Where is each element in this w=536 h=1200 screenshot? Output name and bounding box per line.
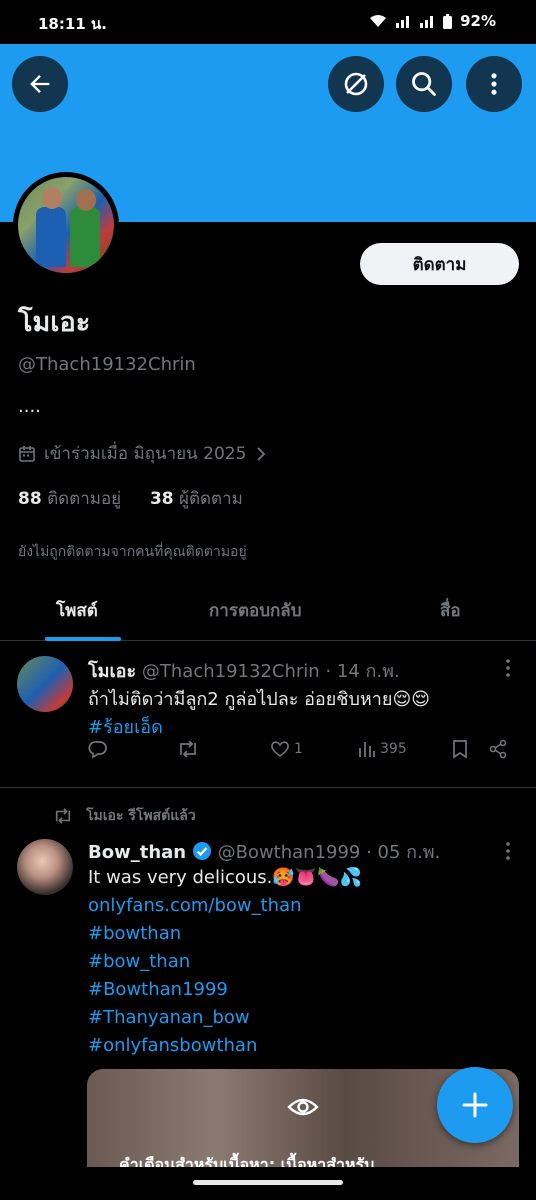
post-avatar[interactable] bbox=[17, 656, 73, 712]
post-hashtag[interactable]: #onlyfansbowthan bbox=[88, 1035, 257, 1056]
profile-avatar[interactable] bbox=[13, 172, 119, 278]
post-hashtag[interactable]: #bow_than bbox=[88, 951, 190, 972]
views-count: 395 bbox=[380, 741, 407, 757]
joined-text: เข้าร่วมเมื่อ มิถุนายน 2025 bbox=[44, 444, 247, 464]
post-date: · 05 ก.พ. bbox=[366, 842, 441, 863]
views-button[interactable]: 395 bbox=[358, 740, 407, 758]
views-icon bbox=[359, 742, 375, 757]
avatar-image bbox=[18, 177, 114, 273]
eye-icon bbox=[287, 1098, 319, 1116]
reply-icon bbox=[88, 741, 107, 759]
post-author-handle: @Bowthan1999 bbox=[217, 842, 361, 863]
bookmark-button[interactable] bbox=[451, 739, 469, 759]
like-count: 1 bbox=[294, 741, 303, 757]
post-date: · 14 ก.พ. bbox=[325, 661, 400, 682]
search-button[interactable] bbox=[396, 56, 452, 112]
post-hashtag[interactable]: #bowthan bbox=[88, 923, 181, 944]
post-item[interactable]: โมเอะ @Thach19132Chrin · 14 ก.พ. ถ้าไม่ต… bbox=[0, 642, 536, 788]
profile-handle: @Thach19132Chrin bbox=[18, 354, 196, 375]
compose-button[interactable] bbox=[437, 1067, 513, 1143]
followers-count: 38 bbox=[149, 489, 174, 509]
signal-icon-2 bbox=[420, 16, 434, 28]
post-hashtag[interactable]: #Thanyanan_bow bbox=[88, 1007, 250, 1028]
post-author-name: โมเอะ bbox=[88, 661, 137, 682]
plus-icon bbox=[462, 1092, 488, 1118]
profile-name: โมเอะ bbox=[18, 307, 91, 338]
repost-button[interactable] bbox=[176, 739, 200, 759]
following-link[interactable]: 88 ติดตามอยู่ bbox=[18, 489, 121, 509]
post-more-icon[interactable] bbox=[500, 841, 516, 861]
wifi-icon bbox=[370, 15, 387, 27]
home-gesture-pill[interactable] bbox=[193, 1180, 343, 1185]
more-button[interactable] bbox=[466, 56, 522, 112]
status-bar: 18:11 น. 92% bbox=[0, 0, 536, 44]
follow-counts: 88 ติดตามอยู่ 38 ผู้ติดตาม bbox=[18, 485, 243, 512]
chevron-right-icon bbox=[257, 446, 266, 461]
status-time: 18:11 น. bbox=[38, 15, 107, 33]
back-button[interactable] bbox=[12, 56, 68, 112]
repost-note: โมเอะ รีโพสต์แล้ว bbox=[86, 808, 196, 824]
repost-icon bbox=[55, 808, 71, 824]
search-icon bbox=[412, 72, 436, 96]
status-icons: 92% bbox=[369, 12, 496, 30]
followers-link[interactable]: 38 ผู้ติดตาม bbox=[150, 489, 243, 509]
post-hashtag[interactable]: #ร้อยเอ็ด bbox=[88, 712, 163, 741]
battery-icon bbox=[443, 13, 453, 29]
repost-icon bbox=[180, 740, 196, 758]
follow-button[interactable]: ติดตาม bbox=[360, 243, 519, 285]
tab-media[interactable]: สื่อ bbox=[440, 597, 461, 624]
grok-icon bbox=[344, 72, 368, 96]
post-more-icon[interactable] bbox=[500, 658, 516, 678]
following-label: ติดตามอยู่ bbox=[47, 489, 122, 509]
followers-label: ผู้ติดตาม bbox=[179, 489, 243, 509]
share-button[interactable] bbox=[488, 739, 508, 759]
tab-replies[interactable]: การตอบกลับ bbox=[209, 597, 302, 624]
post-author-name: Bow_than bbox=[88, 842, 187, 863]
heart-icon bbox=[271, 741, 289, 758]
post-author-handle: @Thach19132Chrin bbox=[141, 661, 320, 682]
calendar-icon bbox=[19, 445, 35, 462]
post-text: ถ้าไม่ติดว่ามีลูก2 กูล่อไปละ อ่อยชิบหาย😌… bbox=[88, 689, 430, 710]
battery-percent: 92% bbox=[460, 12, 496, 30]
post-avatar[interactable] bbox=[17, 839, 73, 895]
back-arrow-icon bbox=[30, 75, 50, 93]
profile-tabs: โพสต์ การตอบกลับ สื่อ bbox=[0, 585, 536, 641]
joined-date[interactable]: เข้าร่วมเมื่อ มิถุนายน 2025 bbox=[18, 440, 268, 467]
bookmark-icon bbox=[453, 740, 467, 759]
grok-button[interactable] bbox=[328, 56, 384, 112]
post-link[interactable]: onlyfans.com/bow_than bbox=[88, 895, 302, 916]
like-button[interactable]: 1 bbox=[270, 740, 303, 758]
following-count: 88 bbox=[18, 489, 42, 509]
signal-icon bbox=[396, 16, 410, 28]
post-hashtag[interactable]: #Bowthan1999 bbox=[88, 979, 228, 1000]
more-vertical-icon bbox=[491, 73, 497, 95]
not-followed-note: ยังไม่ถูกติดตามจากคนที่คุณติดตามอยู่ bbox=[18, 544, 247, 560]
repost-header: โมเอะ รีโพสต์แล้ว bbox=[52, 805, 196, 827]
post-text: It was very delicous.🥵👅🍆💦 bbox=[88, 867, 363, 888]
verified-badge-icon bbox=[192, 842, 211, 860]
active-tab-indicator bbox=[45, 637, 121, 641]
profile-bio: .... bbox=[18, 396, 41, 417]
tab-posts[interactable]: โพสต์ bbox=[56, 597, 98, 624]
reply-button[interactable] bbox=[88, 739, 108, 759]
share-icon bbox=[489, 739, 507, 759]
